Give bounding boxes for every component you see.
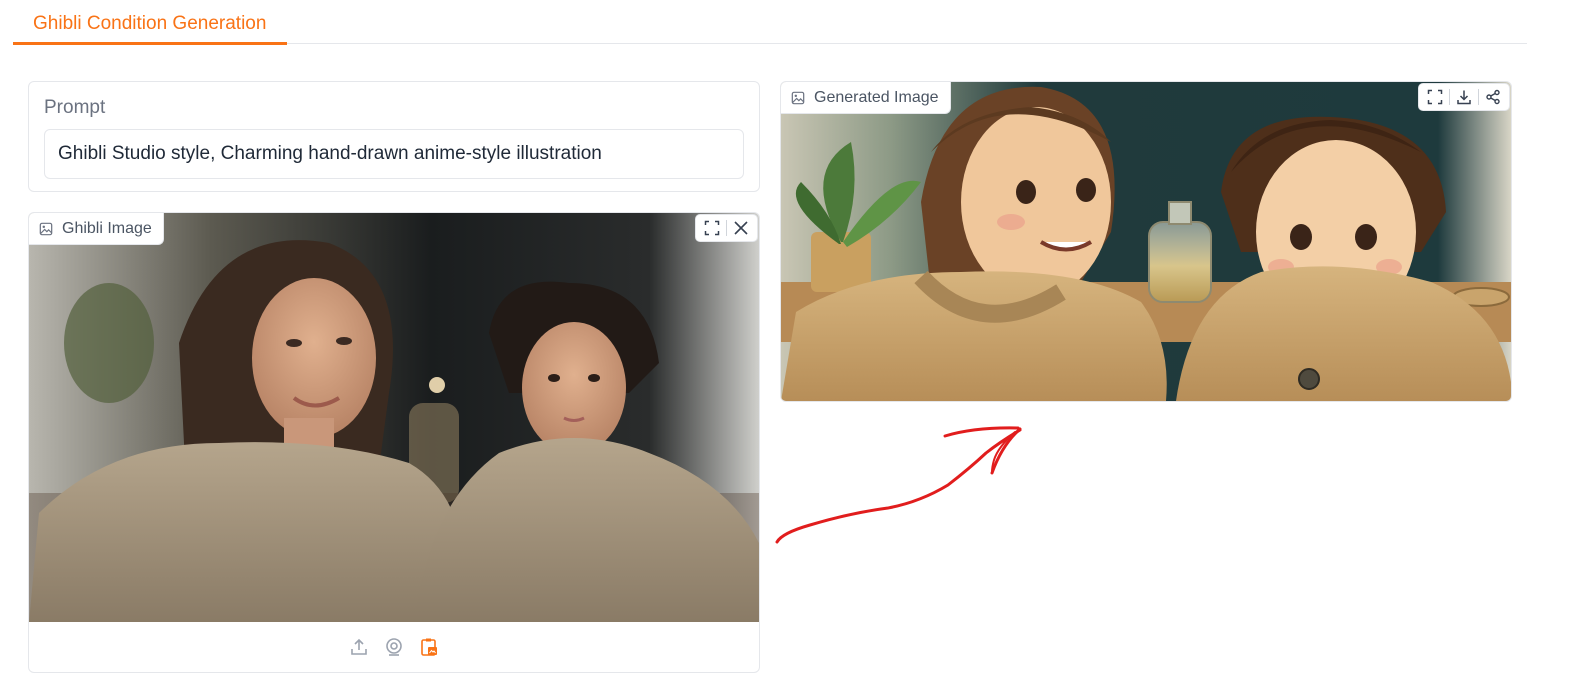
ghibli-image-block: Ghibli Image [28, 212, 760, 673]
prompt-block: Prompt [28, 81, 760, 192]
prompt-label: Prompt [44, 97, 106, 118]
ghibli-image-label: Ghibli Image [29, 213, 164, 245]
share-button[interactable] [1479, 84, 1507, 110]
ghibli-image-label-text: Ghibli Image [62, 219, 152, 237]
upload-button[interactable] [347, 635, 371, 659]
ghibli-image-toolbar [695, 214, 758, 242]
tab-ghibli-condition-generation[interactable]: Ghibli Condition Generation [13, 0, 287, 45]
tab-bar: Ghibli Condition Generation [13, 0, 1527, 45]
prompt-input[interactable] [44, 129, 744, 179]
upload-icon [351, 638, 367, 655]
clear-image-button[interactable] [727, 215, 755, 241]
download-icon [1457, 90, 1471, 105]
fullscreen-icon [704, 220, 720, 236]
annotation-arrow [775, 426, 1022, 544]
fullscreen-button[interactable] [698, 215, 726, 241]
download-button[interactable] [1450, 84, 1478, 110]
tab-label: Ghibli Condition Generation [33, 13, 267, 34]
source-photo [29, 213, 759, 622]
generated-image-label-text: Generated Image [814, 88, 939, 106]
image-source-bar [29, 622, 759, 672]
share-icon [1486, 89, 1500, 105]
webcam-icon [386, 638, 402, 656]
clipboard-icon [421, 638, 437, 656]
image-icon [791, 91, 805, 104]
fullscreen-icon [1427, 89, 1443, 105]
webcam-button[interactable] [382, 635, 406, 659]
close-icon [734, 221, 748, 235]
fullscreen-button[interactable] [1421, 84, 1449, 110]
image-icon [39, 222, 53, 235]
generated-image-block: Generated Image [780, 81, 1512, 402]
generated-image-label: Generated Image [781, 82, 951, 114]
generated-illustration [781, 82, 1511, 401]
paste-clipboard-button[interactable] [417, 635, 441, 659]
active-tab-indicator [13, 42, 287, 45]
generated-image-toolbar [1418, 83, 1510, 111]
